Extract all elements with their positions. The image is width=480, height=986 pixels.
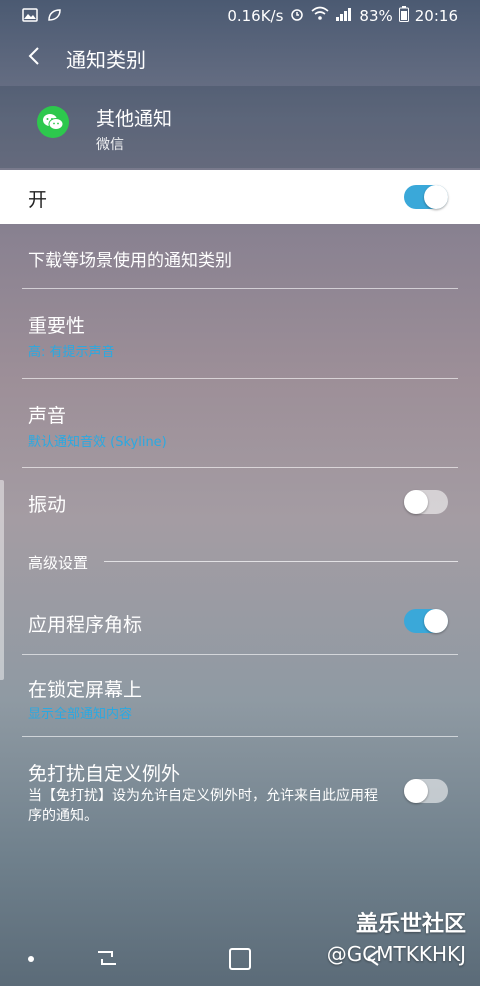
app-name: 微信 [96,137,124,153]
leaf-icon [46,7,62,27]
vibration-toggle[interactable] [404,490,448,514]
app-badge-toggle[interactable] [404,609,448,633]
nav-hide-button[interactable] [28,956,34,962]
category-description: 下载等场景使用的通知类别 [28,251,232,271]
sound-value: 默认通知音效 (Skyline) [28,435,167,450]
section-divider [104,561,458,562]
gallery-icon [22,7,38,27]
sound-row[interactable]: 声音 默认通知音效 (Skyline) [0,379,480,467]
app-header: 其他通知 微信 [0,86,480,168]
wechat-icon [37,106,69,138]
lock-screen-value: 显示全部通知内容 [28,707,133,722]
alarm-icon [289,6,305,26]
battery-icon [398,6,409,26]
back-button[interactable] [10,34,58,82]
battery-level: 83% [359,7,393,25]
navigation-bar [0,930,480,986]
toggle-thumb [424,609,448,633]
lock-screen-row[interactable]: 在锁定屏幕上 显示全部通知内容 [0,655,480,736]
home-button[interactable] [229,948,251,970]
app-badge-row[interactable]: 应用程序角标 [0,590,480,654]
toggle-thumb [404,779,428,803]
app-badge-label: 应用程序角标 [28,614,143,636]
title-bar: 通知类别 [0,30,480,86]
master-switch-toggle[interactable] [404,185,448,209]
importance-value: 高: 有提示声音 [28,345,115,360]
clock: 20:16 [414,7,458,25]
toggle-thumb [404,490,428,514]
dnd-exception-description: 当【免打扰】设为允许自定义例外时，允许来自此应用程序的通知。 [28,788,378,824]
category-name: 其他通知 [96,108,173,130]
status-bar: 0.16K/s 83% 20:16 [0,0,480,30]
chevron-left-icon [27,46,41,70]
lock-screen-label: 在锁定屏幕上 [28,679,143,701]
toggle-thumb [424,185,448,209]
back-nav-icon[interactable] [364,948,386,972]
network-speed: 0.16K/s [227,7,284,25]
importance-row[interactable]: 重要性 高: 有提示声音 [0,289,480,378]
signal-icon [335,6,353,26]
status-right: 0.16K/s 83% 20:16 [227,6,458,26]
category-description-row: 下载等场景使用的通知类别 [0,224,480,288]
dnd-exception-label: 免打扰自定义例外 [28,763,181,785]
sound-label: 声音 [28,405,67,427]
importance-label: 重要性 [28,315,86,337]
master-switch-row[interactable]: 开 [0,170,480,224]
vibration-row[interactable]: 振动 [0,468,480,538]
dnd-exception-toggle[interactable] [404,779,448,803]
master-switch-label: 开 [28,189,48,211]
advanced-section-label: 高级设置 [28,554,89,572]
vibration-label: 振动 [28,494,67,516]
page-title: 通知类别 [66,47,146,72]
wifi-icon [311,6,329,26]
status-left [22,7,62,27]
recent-apps-icon[interactable] [96,948,118,972]
edge-panel-handle[interactable] [0,480,4,680]
